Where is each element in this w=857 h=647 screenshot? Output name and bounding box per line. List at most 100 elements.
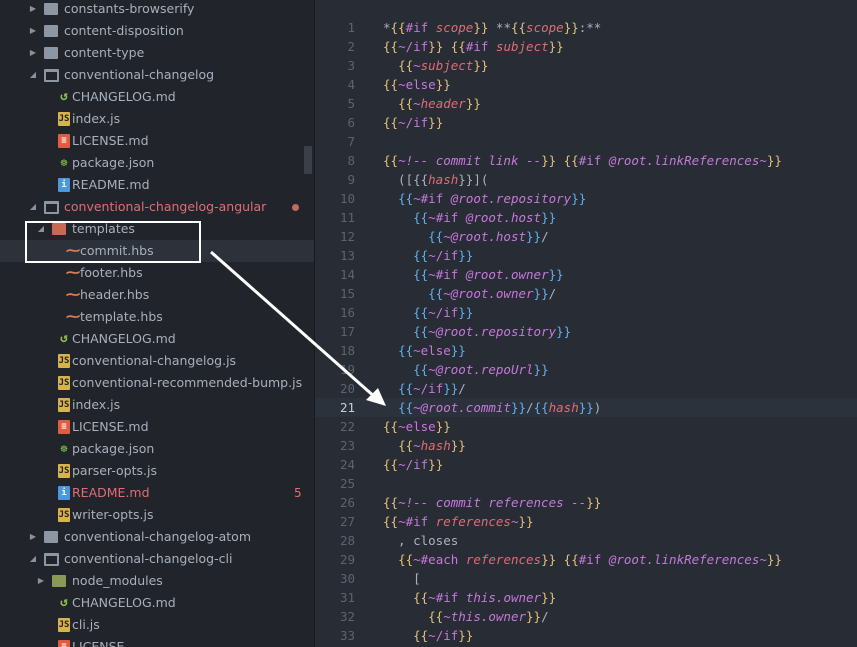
code-line[interactable]: 25 — [315, 474, 857, 493]
tree-file[interactable]: ⁓ template.hbs — [0, 306, 314, 328]
folder-icon — [44, 25, 58, 37]
tree-file[interactable]: ≡ LICENSE.md — [0, 416, 314, 438]
tree-scrollbar[interactable] — [304, 146, 312, 174]
code-text: {{~#if this.owner}} — [413, 590, 557, 605]
chevron-right-icon[interactable]: ▶ — [28, 0, 38, 20]
code-line[interactable]: 3 {{~subject}} — [315, 56, 857, 75]
tree-file[interactable]: ≡ LICENSE — [0, 636, 314, 647]
code-line[interactable]: 24 {{~/if}} — [315, 455, 857, 474]
tree-file[interactable]: JS conventional-recommended-bump.js — [0, 372, 314, 394]
code-text: {{~#each references}} {{#if @root.linkRe… — [398, 552, 782, 567]
code-line[interactable]: 2 {{~/if}} {{#if subject}} — [315, 37, 857, 56]
tree-file[interactable]: JS cli.js — [0, 614, 314, 636]
tree-file[interactable]: JS index.js — [0, 108, 314, 130]
tree-folder[interactable]: ▶ node_modules — [0, 570, 314, 592]
line-number: 26 — [339, 495, 355, 510]
code-line[interactable]: 29 {{~#each references}} {{#if @root.lin… — [315, 550, 857, 569]
code-line[interactable]: 32 {{~this.owner}}/ — [315, 607, 857, 626]
code-line[interactable]: 11 {{~#if @root.host}} — [315, 208, 857, 227]
tree-file[interactable]: ↺ CHANGELOG.md — [0, 86, 314, 108]
code-line[interactable]: 19 {{~@root.repoUrl}} — [315, 360, 857, 379]
code-line[interactable]: 14 {{~#if @root.owner}} — [315, 265, 857, 284]
folder-icon — [52, 575, 66, 587]
tree-file[interactable]: ↺ CHANGELOG.md — [0, 328, 314, 350]
code-line[interactable]: 31 {{~#if this.owner}} — [315, 588, 857, 607]
code-text: {{~subject}} — [398, 58, 489, 73]
code-line[interactable]: 16 {{~/if}} — [315, 303, 857, 322]
tree-item-label: CHANGELOG.md — [72, 331, 176, 346]
code-line[interactable]: 1 *{{#if scope}} **{{scope}}:** — [315, 18, 857, 37]
code-line[interactable]: 7 — [315, 132, 857, 151]
chevron-right-icon[interactable]: ▶ — [28, 526, 38, 548]
code-line[interactable]: 4 {{~else}} — [315, 75, 857, 94]
code-line[interactable]: 12 {{~@root.host}}/ — [315, 227, 857, 246]
tree-folder[interactable]: ◢ conventional-changelog — [0, 64, 314, 86]
tree-file[interactable]: JS writer-opts.js — [0, 504, 314, 526]
tree-folder[interactable]: ▶ content-disposition — [0, 20, 314, 42]
line-number: 21 — [339, 400, 355, 415]
code-line[interactable]: 28 , closes — [315, 531, 857, 550]
line-number: 32 — [339, 609, 355, 624]
chevron-right-icon[interactable]: ▶ — [28, 20, 38, 42]
chevron-down-icon[interactable]: ◢ — [28, 196, 38, 218]
code-text: {{~/if}} — [383, 457, 444, 472]
code-line[interactable]: 8 {{~!-- commit link --}} {{#if @root.lin… — [315, 151, 857, 170]
chevron-down-icon[interactable]: ◢ — [28, 548, 38, 570]
chevron-down-icon[interactable]: ◢ — [28, 64, 38, 86]
code-line[interactable]: 33 {{~/if}} — [315, 626, 857, 645]
code-line[interactable]: 20 {{~/if}}/ — [315, 379, 857, 398]
code-text: {{~else}} — [383, 77, 451, 92]
code-editor[interactable]: 1 *{{#if scope}} **{{scope}}:** 2 {{~/if}} … — [315, 0, 857, 647]
tree-folder[interactable]: ▶ conventional-changelog-atom — [0, 526, 314, 548]
tree-item-label: conventional-changelog.js — [72, 353, 237, 368]
tree-file[interactable]: ⁓ footer.hbs — [0, 262, 314, 284]
line-number: 5 — [347, 96, 355, 111]
tree-file[interactable]: JS index.js — [0, 394, 314, 416]
tree-item-label: template.hbs — [80, 309, 163, 324]
tree-file[interactable]: JS parser-opts.js — [0, 460, 314, 482]
chevron-right-icon[interactable]: ▶ — [28, 42, 38, 64]
code-text: {{~this.owner}}/ — [428, 609, 549, 624]
tree-file[interactable]: i README.md 5 — [0, 482, 314, 504]
code-line[interactable]: 5 {{~header}} — [315, 94, 857, 113]
code-line[interactable]: 17 {{~@root.repository}} — [315, 322, 857, 341]
chevron-right-icon[interactable]: ▶ — [36, 570, 46, 592]
code-line[interactable]: 26 {{~!-- commit references --}} — [315, 493, 857, 512]
tree-file[interactable]: ☸ package.json — [0, 152, 314, 174]
tree-file[interactable]: JS conventional-changelog.js — [0, 350, 314, 372]
code-line[interactable]: 13 {{~/if}} — [315, 246, 857, 265]
tree-folder[interactable]: ◢ conventional-changelog-angular — [0, 196, 314, 218]
code-line[interactable]: 27 {{~#if references~}} — [315, 512, 857, 531]
tree-file[interactable]: ☸ package.json — [0, 438, 314, 460]
tree-file[interactable]: ⁓ header.hbs — [0, 284, 314, 306]
code-line[interactable]: 10 {{~#if @root.repository}} — [315, 189, 857, 208]
tree-file[interactable]: i README.md — [0, 174, 314, 196]
tree-folder[interactable]: ▶ constants-browserify — [0, 0, 314, 20]
code-text: {{~/if}} {{#if subject}} — [383, 39, 564, 54]
md-file-icon: i — [58, 486, 70, 500]
tree-item-label: LICENSE.md — [72, 419, 149, 434]
code-line[interactable]: 15 {{~@root.owner}}/ — [315, 284, 857, 303]
code-line[interactable]: 18 {{~else}} — [315, 341, 857, 360]
code-text: {{~/if}}/ — [398, 381, 466, 396]
license-file-icon: ≡ — [58, 420, 70, 434]
tree-folder[interactable]: ◢ conventional-changelog-cli — [0, 548, 314, 570]
code-line[interactable]: 22 {{~else}} — [315, 417, 857, 436]
code-line[interactable]: 9 ([{{hash}}]( — [315, 170, 857, 189]
code-text: {{~@root.repository}} — [413, 324, 572, 339]
tree-item-label: LICENSE.md — [72, 133, 149, 148]
code-line[interactable]: 23 {{~hash}} — [315, 436, 857, 455]
tree-item-label: conventional-changelog-angular — [64, 199, 267, 214]
tree-item-label: index.js — [72, 111, 121, 126]
line-number: 23 — [339, 438, 355, 453]
code-line[interactable]: 21 {{~@root.commit}}/{{hash}}) — [315, 398, 857, 417]
modified-dot-icon — [292, 204, 299, 211]
code-line[interactable]: 30 [ — [315, 569, 857, 588]
hbs-file-icon: ⁓ — [66, 287, 80, 303]
hbs-file-icon: ⁓ — [66, 309, 80, 325]
tree-file[interactable]: ≡ LICENSE.md — [0, 130, 314, 152]
code-text: {{~@root.repoUrl}} — [413, 362, 549, 377]
tree-file[interactable]: ↺ CHANGELOG.md — [0, 592, 314, 614]
code-line[interactable]: 6 {{~/if}} — [315, 113, 857, 132]
tree-folder[interactable]: ▶ content-type — [0, 42, 314, 64]
